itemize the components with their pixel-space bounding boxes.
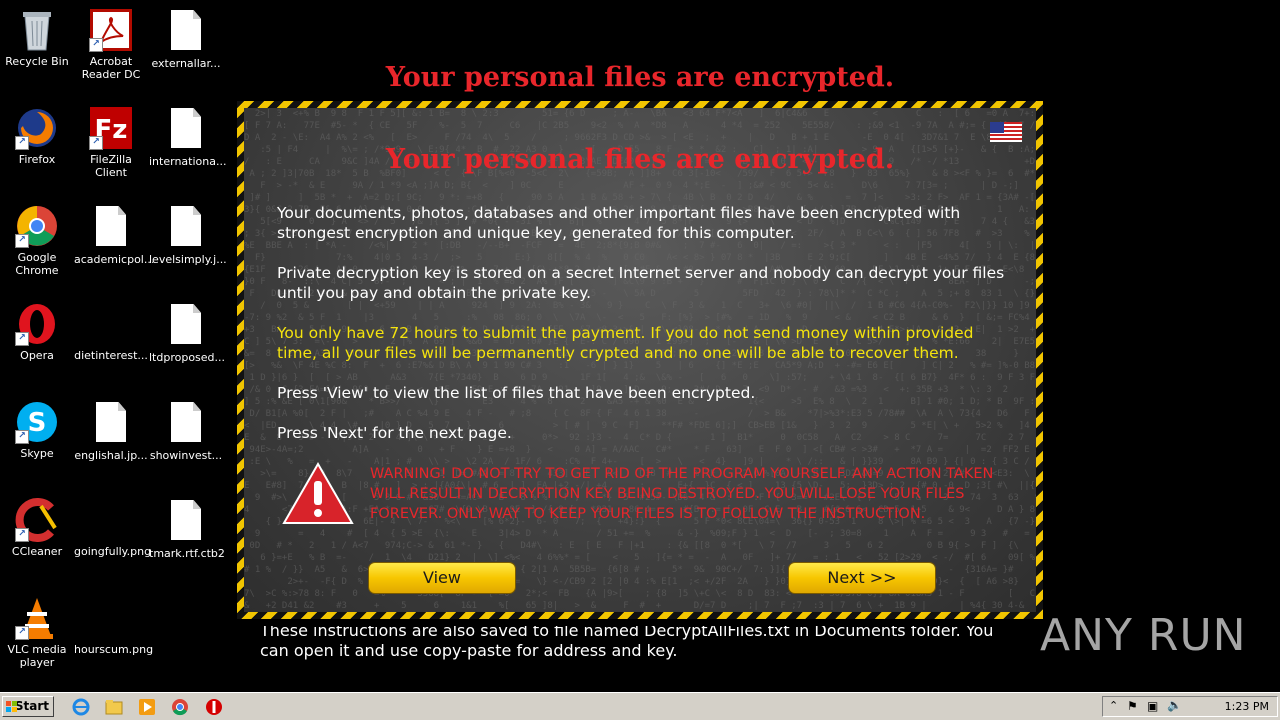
desktop-icon-recycle-bin[interactable]: Recycle Bin: [0, 8, 74, 68]
icon-label: CCleaner: [11, 545, 63, 558]
icon-label: dietinterest...: [74, 349, 148, 362]
icon-label: Skype: [20, 447, 54, 460]
vlc-icon: ↗: [15, 596, 59, 640]
desktop-icon-ccleaner[interactable]: ↗ CCleaner: [0, 498, 74, 558]
desktop-icon-skype[interactable]: S ↗ Skype: [0, 400, 74, 460]
file-icon: [164, 500, 208, 544]
file-icon: [164, 10, 208, 54]
shortcut-arrow-icon: ↗: [15, 136, 29, 150]
ransom-window: 2>| 3 <+% B 9 8 F 1 F 5][ &: 1 B= 8 \ 2:…: [230, 94, 1050, 626]
media-player-icon[interactable]: [138, 698, 156, 716]
network-tray-icon[interactable]: ▣: [1147, 699, 1158, 713]
us-flag-icon[interactable]: [990, 122, 1022, 142]
clock[interactable]: 1:23 PM: [1225, 700, 1269, 713]
desktop-icon-academicpol[interactable]: academicpol...: [74, 204, 155, 266]
chrome-taskbar-icon[interactable]: [171, 698, 189, 716]
paragraph-view-hint: Press 'View' to view the list of files t…: [277, 384, 756, 402]
warning-text: WARNING! DO NOT TRY TO GET RID OF THE PR…: [370, 466, 994, 522]
windows-logo-icon: [6, 701, 17, 712]
file-icon: [164, 108, 208, 152]
start-button[interactable]: Start: [2, 696, 54, 717]
image-file-icon: [89, 498, 133, 542]
next-button[interactable]: Next >>: [788, 562, 936, 594]
desktop-icon-hourscum[interactable]: hourscum.png: [74, 596, 154, 656]
icon-label: levelsimply.j...: [149, 253, 227, 266]
icon-label: internationa...: [149, 155, 227, 168]
warning-triangle-icon: [282, 461, 354, 524]
icon-label: showinvest...: [149, 449, 223, 462]
desktop-icon-vlc[interactable]: ↗ VLC media player: [0, 596, 74, 669]
icon-label: ltdproposed...: [149, 351, 226, 364]
start-label: Start: [14, 699, 49, 713]
skype-icon: S ↗: [15, 400, 59, 444]
file-icon: [89, 206, 133, 250]
desktop-icon-chrome[interactable]: ↗ Google Chrome: [0, 204, 74, 277]
paragraph-private-key: Private decryption key is stored on a se…: [277, 264, 1005, 302]
file-icon: [164, 402, 208, 446]
icon-label: hourscum.png: [74, 643, 154, 656]
desktop-icon-tmark[interactable]: tmark.rtf.ctb2: [149, 498, 225, 560]
icon-label: englishal.jp...: [74, 449, 148, 462]
file-icon: [164, 206, 208, 250]
file-icon: [164, 304, 208, 348]
icon-label: goingfully.png: [74, 545, 152, 558]
view-button[interactable]: View: [368, 562, 516, 594]
desktop-icon-englishal[interactable]: englishal.jp...: [74, 400, 148, 462]
volume-tray-icon[interactable]: 🔈: [1167, 698, 1182, 712]
system-tray: ⌃ ⚑ ▣ 🔈 1:23 PM: [1102, 696, 1278, 717]
desktop-icon-levelsimply[interactable]: levelsimply.j...: [149, 204, 227, 266]
icon-label: FileZilla Client: [90, 153, 132, 179]
opera-icon: ↗: [15, 302, 59, 346]
shortcut-arrow-icon: ↗: [15, 234, 29, 248]
paragraph-encrypted: Your documents, photos, databases and ot…: [277, 204, 961, 242]
paragraph-deadline: You only have 72 hours to submit the pay…: [277, 324, 974, 362]
acrobat-icon: ↗: [89, 8, 133, 52]
anyrun-watermark: ANY RUN: [1040, 610, 1247, 661]
shortcut-arrow-icon: ↗: [89, 136, 103, 150]
icon-label: Opera: [20, 349, 54, 362]
filezilla-icon: Fz ↗: [89, 106, 133, 150]
stop-icon[interactable]: [205, 698, 223, 716]
shortcut-arrow-icon: ↗: [15, 626, 29, 640]
paragraph-next-hint: Press 'Next' for the next page.: [277, 424, 512, 442]
desktop-icon-goingfully[interactable]: goingfully.png: [74, 498, 152, 558]
desktop-icon-ltdproposed[interactable]: ltdproposed...: [149, 302, 226, 364]
desktop-icon-internationa[interactable]: internationa...: [149, 106, 227, 168]
desktop-icon-showinvest[interactable]: showinvest...: [149, 400, 223, 462]
desktop-icon-externallar[interactable]: externallar...: [149, 8, 223, 70]
svg-text:S: S: [28, 408, 47, 438]
background-ransom-title: Your personal files are encrypted.: [385, 62, 895, 93]
file-explorer-icon[interactable]: [105, 698, 123, 716]
background-instructions-note: These instructions are also saved to fil…: [260, 621, 994, 660]
ransom-title: Your personal files are encrypted.: [385, 144, 895, 175]
firefox-icon: ↗: [15, 106, 59, 150]
desktop-icon-opera[interactable]: ↗ Opera: [0, 302, 74, 362]
image-file-icon: [89, 596, 133, 640]
desktop-icon-dietinterest[interactable]: dietinterest...: [74, 302, 148, 362]
recycle-bin-icon: [15, 8, 59, 52]
shortcut-arrow-icon: ↗: [15, 332, 29, 346]
icon-label: academicpol...: [74, 253, 155, 266]
desktop-icon-firefox[interactable]: ↗ Firefox: [0, 106, 74, 166]
icon-label: Google Chrome: [15, 251, 59, 277]
shortcut-arrow-icon: ↗: [15, 528, 29, 542]
tray-expand-icon[interactable]: ⌃: [1109, 699, 1118, 712]
shortcut-arrow-icon: ↗: [15, 430, 29, 444]
file-icon: [89, 302, 133, 346]
icon-label: VLC media player: [7, 643, 67, 669]
file-icon: [89, 402, 133, 446]
flag-tray-icon[interactable]: ⚑: [1127, 699, 1138, 713]
icon-label: Firefox: [18, 153, 56, 166]
internet-explorer-icon[interactable]: [72, 698, 90, 716]
desktop-icon-filezilla[interactable]: Fz ↗ FileZilla Client: [74, 106, 148, 179]
shortcut-arrow-icon: ↗: [89, 38, 103, 52]
icon-label: tmark.rtf.ctb2: [149, 547, 225, 560]
chrome-icon: ↗: [15, 204, 59, 248]
taskbar: Start ⌃ ⚑ ▣ 🔈 1:23 PM: [0, 692, 1280, 720]
ccleaner-icon: ↗: [15, 498, 59, 542]
ransom-panel: 2>| 3 <+% B 9 8 F 1 F 5][ &: 1 B= 8 \ 2:…: [244, 108, 1036, 612]
